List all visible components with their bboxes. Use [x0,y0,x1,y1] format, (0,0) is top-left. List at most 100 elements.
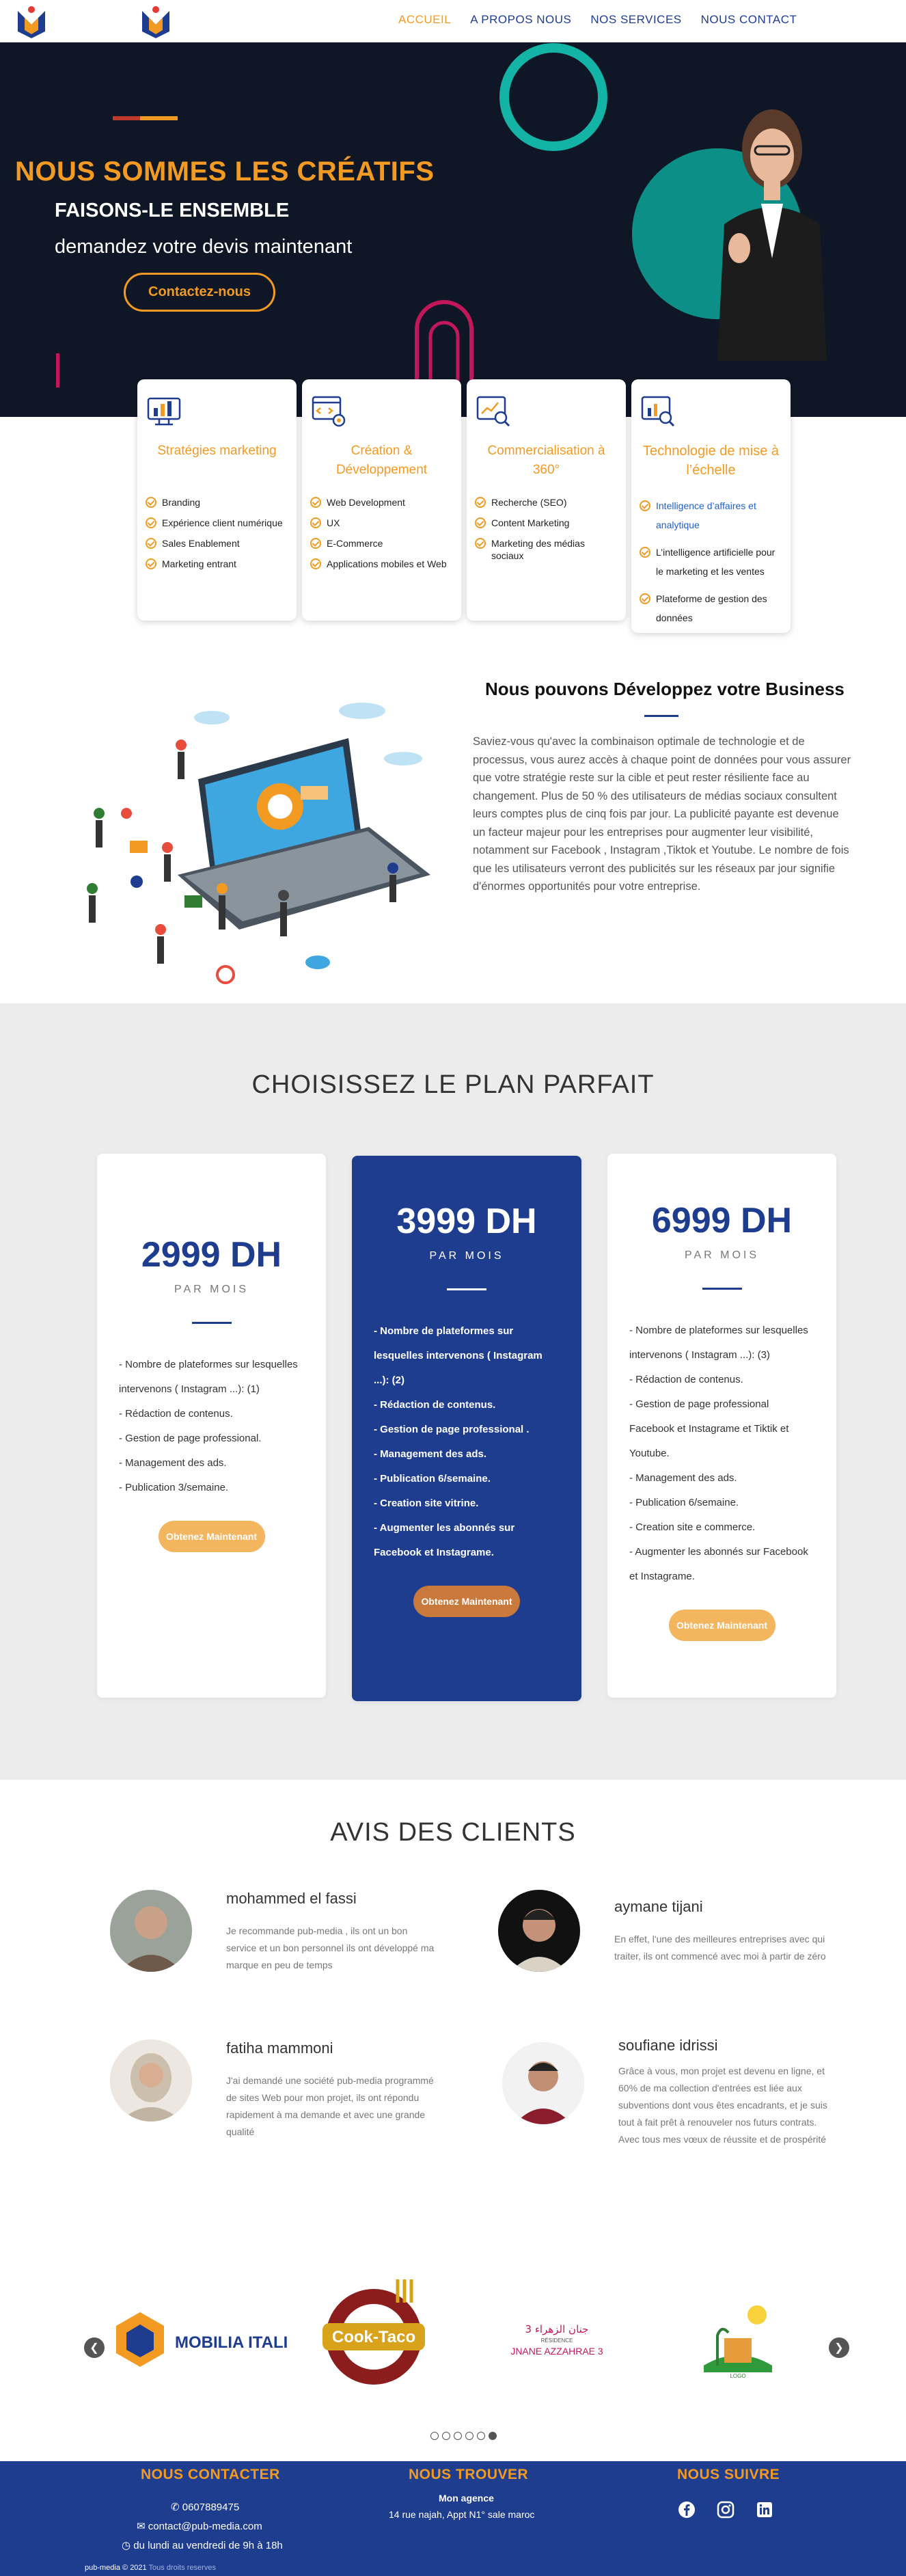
check-icon [310,497,321,508]
magnifier-chart-icon [476,396,510,427]
service-item: Web Development [310,496,453,509]
check-icon [310,558,321,569]
plan-feature: - Creation site vitrine. [374,1497,479,1509]
reviewer-name: mohammed el fassi [226,1890,357,1907]
service-card: Commercialisation à 360° Recherche (SEO)… [467,379,626,621]
hero-tagline: demandez votre devis maintenant [55,236,353,258]
plan-feature: - Management des ads. [629,1472,737,1484]
plan-period: PAR MOIS [429,1250,504,1262]
instagram-icon[interactable] [717,2501,735,2519]
service-item: Marketing des médias sociaux [475,537,618,562]
service-item: Branding [146,496,288,509]
plan-feature: - Rédaction de contenus. [629,1374,743,1385]
footer-copyright: pub-media © 2021 Tous droits reserves [85,2564,216,2572]
magnifier-chart-icon [641,396,675,427]
nav-contact[interactable]: NOUS CONTACT [701,13,797,27]
review-text: Je recommande pub-media , ils ont un bon… [226,1925,435,1970]
partner-logo-green[interactable]: LOGO [697,2297,779,2379]
pricing-section: CHOISISSEZ LE PLAN PARFAIT 2999 DH PAR M… [0,1003,906,1780]
contact-button[interactable]: Contactez-nous [124,273,275,312]
svg-text:RÉSIDENCE: RÉSIDENCE [541,2337,573,2344]
footer-follow-title: NOUS SUIVRE [677,2467,780,2482]
service-item: Intelligence d’affaires et analytique [640,496,782,534]
get-plan-button[interactable]: Obtenez Maintenant [668,1610,775,1641]
carousel-dot[interactable] [442,2432,450,2440]
avatar [502,2042,584,2124]
divider [447,1288,486,1290]
service-title: Commercialisation à 360° [487,444,605,477]
plan-feature: - Gestion de page professional Facebook … [629,1398,789,1459]
carousel-dot[interactable] [430,2432,439,2440]
service-card: Technologie de mise à l’échelle Intellig… [631,379,791,633]
plan-feature: - Augmenter les abonnés sur Facebook et … [629,1546,808,1582]
check-icon [310,538,321,549]
svg-text:جنان الزهراء 3: جنان الزهراء 3 [525,2323,589,2335]
service-item: UX [310,517,453,529]
footer-email[interactable]: ✉ contact@pub-media.com [137,2520,262,2532]
carousel-dot[interactable] [477,2432,485,2440]
get-plan-button[interactable]: Obtenez Maintenant [413,1586,520,1617]
hero-banner: NOUS SOMMES LES CRÉATIFS FAISONS-LE ENSE… [0,42,906,417]
nav-services[interactable]: NOS SERVICES [590,13,681,27]
partner-logo-jnane[interactable]: جنان الزهراء 3 RÉSIDENCE JNANE AZZAHRAE … [506,2320,608,2361]
footer-address: 14 rue najah, Appt N1° sale maroc [389,2509,535,2520]
plan-feature: - Rédaction de contenus. [374,1399,496,1411]
plan-feature: - Publication 6/semaine. [374,1473,491,1484]
plan-feature: - Nombre de plateformes sur lesquelles i… [629,1325,808,1361]
pricing-card: 6999 DH PAR MOIS - Nombre de plateformes… [607,1154,836,1698]
service-card: Stratégies marketing Branding Expérience… [137,379,297,621]
svg-text:JNANE AZZAHRAE 3: JNANE AZZAHRAE 3 [510,2346,603,2357]
nav-a-propos[interactable]: A PROPOS NOUS [470,13,571,27]
service-title: Technologie de mise à l’échelle [642,444,779,478]
plan-period: PAR MOIS [174,1284,249,1295]
get-plan-button[interactable]: Obtenez Maintenant [158,1521,265,1552]
linkedin-icon[interactable] [756,2501,773,2519]
service-item: Recherche (SEO) [475,496,618,509]
main-nav: ACCUEIL A PROPOS NOUS NOS SERVICES NOUS … [398,13,797,27]
carousel-dot[interactable] [465,2432,473,2440]
divider [191,1322,232,1324]
service-item: Marketing entrant [146,558,288,570]
check-icon [146,517,156,528]
service-item: Content Marketing [475,517,618,529]
check-icon [475,538,486,549]
pricing-card: 2999 DH PAR MOIS - Nombre de plateformes… [97,1154,326,1698]
reviews-title: AVIS DES CLIENTS [330,1818,576,1847]
nav-accueil[interactable]: ACCUEIL [398,13,451,27]
plan-feature: - Management des ads. [374,1448,487,1460]
carousel-dot-active[interactable] [489,2432,497,2440]
partner-logo-mobilia[interactable]: MOBILIA ITALIA [109,2312,287,2367]
check-icon [146,497,156,508]
plan-feature: - Publication 6/semaine. [629,1497,739,1508]
reviewer-name: fatiha mammoni [226,2039,333,2057]
brand-logo-icon[interactable] [15,4,48,40]
plan-price: 3999 DH [396,1202,537,1241]
avatar [110,2039,192,2121]
partner-logo-cooktaco[interactable]: Cook-Taco [309,2275,439,2389]
check-icon [475,517,486,528]
plan-feature: - Creation site e commerce. [629,1521,756,1533]
plan-feature: - Gestion de page professional . [374,1424,530,1435]
plan-feature: - Rédaction de contenus. [119,1408,233,1420]
check-icon [640,547,650,558]
carousel-dot[interactable] [454,2432,462,2440]
site-footer: NOUS CONTACTER ✆ 0607889475 ✉ contact@pu… [0,2461,906,2576]
svg-text:MOBILIA ITALIA: MOBILIA ITALIA [175,2333,287,2352]
plan-feature: - Management des ads. [119,1457,227,1469]
footer-find-title: NOUS TROUVER [409,2467,529,2482]
brand-logo-icon[interactable] [139,4,172,40]
hero-subtitle: FAISONS-LE ENSEMBLE [55,200,290,221]
check-icon [640,593,650,604]
woman-photo [717,109,827,361]
facebook-icon[interactable] [678,2501,696,2519]
carousel-next-button[interactable]: ❯ [829,2337,849,2358]
review-card: mohammed el fassi Je recommande pub-medi… [110,1890,465,1972]
service-card: Création & Développement Web Development… [302,379,461,621]
check-icon [146,558,156,569]
carousel-prev-button[interactable]: ❮ [84,2337,105,2358]
svg-text:Cook-Taco: Cook-Taco [332,2328,415,2346]
footer-phone[interactable]: ✆ 0607889475 [171,2501,239,2513]
business-text: Saviez-vous qu'avec la combinaison optim… [473,735,851,893]
review-card: aymane tijani En effet, l'une des meille… [498,1890,853,1972]
carousel-dots [430,2432,497,2440]
